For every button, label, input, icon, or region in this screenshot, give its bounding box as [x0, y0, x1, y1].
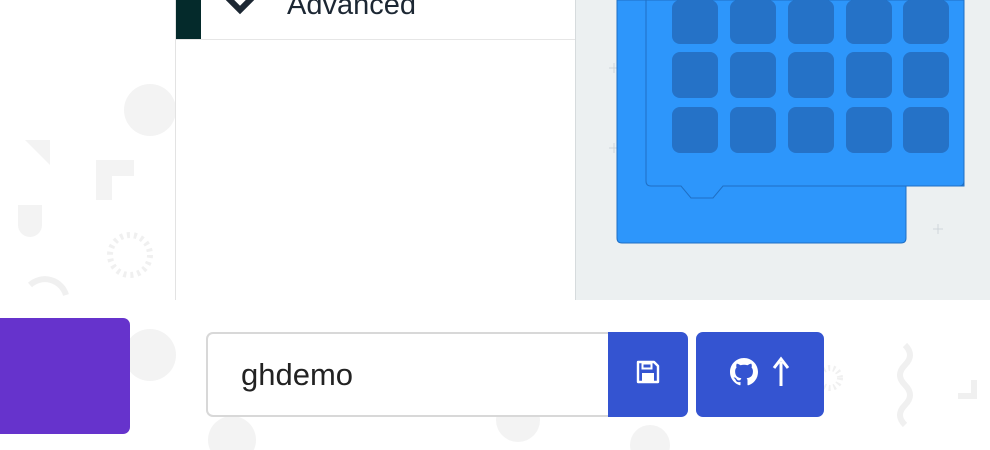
download-button[interactable]	[0, 318, 130, 434]
toolbox-category-advanced[interactable]: Advanced	[176, 0, 576, 40]
save-button[interactable]	[608, 332, 688, 417]
workspace-canvas	[609, 0, 965, 244]
blocks-workspace[interactable]	[575, 0, 990, 300]
project-name-input[interactable]	[206, 332, 608, 417]
toolbox-panel: Advanced	[175, 0, 576, 300]
category-label: Advanced	[287, 0, 416, 21]
github-icon	[730, 358, 758, 391]
chevron-down-icon	[222, 0, 258, 22]
led-grid	[672, 0, 949, 153]
category-color-bar	[176, 0, 201, 39]
save-disk-icon	[635, 359, 661, 390]
up-arrow-icon	[772, 356, 790, 393]
github-commit-button[interactable]	[696, 332, 824, 417]
